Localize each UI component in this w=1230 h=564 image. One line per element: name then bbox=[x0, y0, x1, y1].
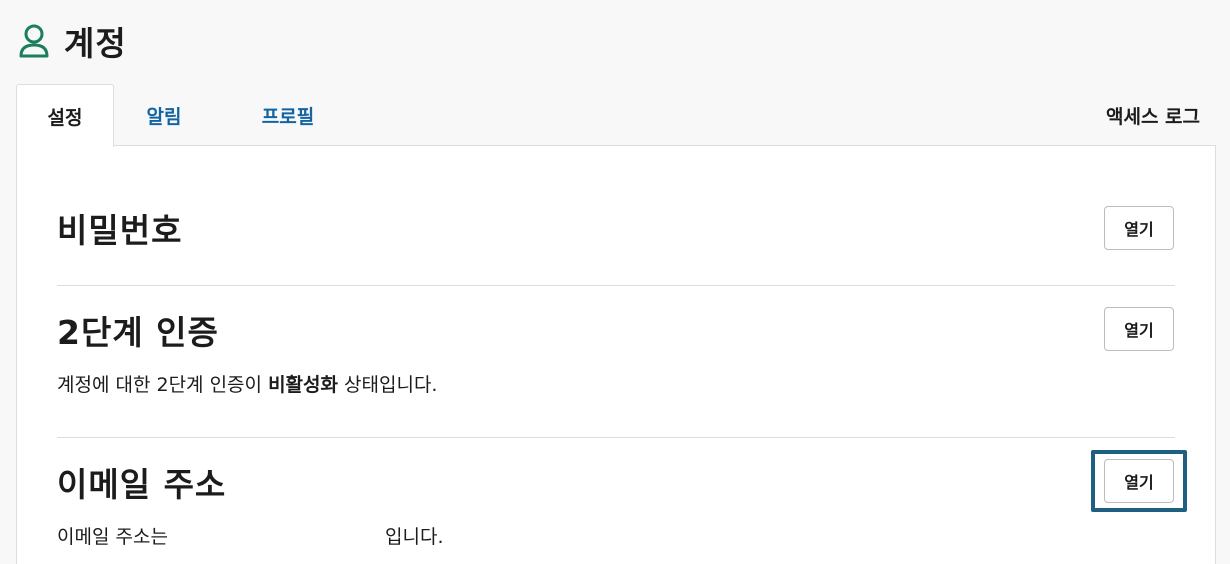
tab-profile[interactable]: 프로필 bbox=[230, 84, 346, 146]
email-title: 이메일 주소 bbox=[57, 465, 227, 504]
password-open-button[interactable]: 열기 bbox=[1104, 206, 1174, 250]
two-factor-section: 2단계 인증 계정에 대한 2단계 인증이 비활성화 상태입니다. bbox=[57, 306, 1175, 406]
tab-notifications[interactable]: 알림 bbox=[126, 84, 202, 146]
email-section: 이메일 주소 이메일 주소는 입니다. bbox=[57, 458, 1175, 564]
password-section: 비밀번호 bbox=[57, 204, 1175, 264]
tab-settings[interactable]: 설정 bbox=[16, 84, 114, 147]
email-description-suffix: 입니다. bbox=[385, 526, 444, 548]
access-log-link[interactable]: 액세스 로그 bbox=[1106, 84, 1200, 146]
email-open-button[interactable]: 열기 bbox=[1104, 459, 1174, 503]
password-title: 비밀번호 bbox=[57, 211, 183, 250]
page-header: 계정 bbox=[16, 18, 127, 64]
two-factor-description: 계정에 대한 2단계 인증이 비활성화 상태입니다. bbox=[57, 370, 437, 397]
two-factor-desc-suffix: 상태입니다. bbox=[337, 374, 438, 396]
divider bbox=[57, 285, 1175, 286]
two-factor-title: 2단계 인증 bbox=[57, 313, 219, 352]
tab-bar: 설정 알림 프로필 액세스 로그 bbox=[16, 84, 1216, 147]
two-factor-open-button[interactable]: 열기 bbox=[1104, 307, 1174, 351]
settings-panel: 비밀번호 열기 2단계 인증 계정에 대한 2단계 인증이 비활성화 상태입니다… bbox=[16, 145, 1216, 564]
email-description-prefix: 이메일 주소는 bbox=[57, 526, 168, 548]
two-factor-status: 비활성화 bbox=[268, 374, 338, 396]
divider bbox=[57, 437, 1175, 438]
user-icon bbox=[16, 21, 52, 61]
two-factor-desc-text: 계정에 대한 2단계 인증이 bbox=[57, 374, 269, 396]
page-title: 계정 bbox=[64, 24, 127, 63]
